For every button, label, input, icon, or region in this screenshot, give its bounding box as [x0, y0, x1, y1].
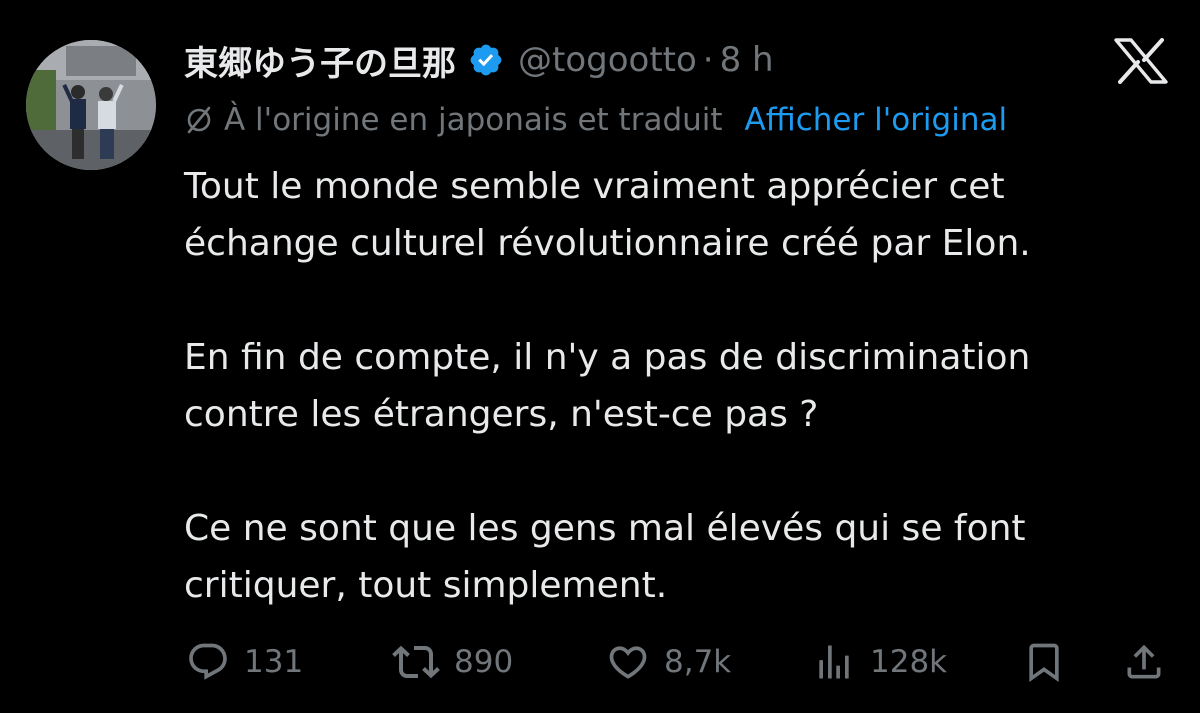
tweet-text: Tout le monde semble vraiment apprécier …: [184, 158, 1164, 614]
x-logo-icon[interactable]: [1112, 38, 1170, 84]
avatar-photo: [26, 40, 156, 170]
show-original-link[interactable]: Afficher l'original: [745, 102, 1008, 138]
bookmark-button[interactable]: [1022, 636, 1066, 688]
tweet-text-line: [184, 272, 1164, 329]
reply-button[interactable]: 131: [186, 636, 303, 688]
avatar[interactable]: [26, 40, 156, 170]
tweet-header: 東郷ゆう子の旦那 @togootto · 8 h: [184, 34, 774, 86]
repost-count: 890: [454, 644, 514, 680]
author-handle[interactable]: @togootto: [518, 40, 697, 80]
tweet-text-line: contre les étrangers, n'est-ce pas ?: [184, 394, 819, 435]
bookmark-icon: [1029, 643, 1059, 683]
translation-note: À l'origine en japonais et traduit: [224, 102, 723, 138]
verified-badge-icon: [468, 42, 504, 78]
tweet-timestamp[interactable]: 8 h: [720, 40, 774, 80]
reply-count: 131: [244, 644, 304, 680]
views-count: 128k: [870, 644, 948, 680]
views-button[interactable]: 128k: [812, 636, 947, 688]
tweet-text-line: échange culturel révolutionnaire créé pa…: [184, 223, 1031, 264]
header-separator: ·: [702, 40, 714, 80]
translate-icon: [184, 105, 214, 135]
tweet-text-line: Ce ne sont que les gens mal élevés qui s…: [184, 508, 1026, 549]
repost-icon: [392, 645, 440, 679]
reply-icon: [189, 643, 227, 680]
heart-icon: [609, 646, 647, 679]
tweet-text-line: [184, 443, 1164, 500]
tweet-action-bar: 131 890 8,7k 128k: [186, 636, 1166, 688]
share-button[interactable]: [1122, 636, 1166, 688]
author-display-name[interactable]: 東郷ゆう子の旦那: [184, 36, 456, 85]
repost-button[interactable]: 890: [392, 636, 513, 688]
like-count: 8,7k: [664, 644, 732, 680]
tweet-text-line: critiquer, tout simplement.: [184, 565, 668, 606]
tweet-text-line: Tout le monde semble vraiment apprécier …: [184, 166, 1005, 207]
translation-notice: À l'origine en japonais et traduit Affic…: [184, 96, 1007, 144]
tweet-text-line: En fin de compte, il n'y a pas de discri…: [184, 337, 1031, 378]
like-button[interactable]: 8,7k: [606, 636, 731, 688]
views-icon: [819, 645, 849, 679]
share-icon: [1127, 644, 1161, 679]
